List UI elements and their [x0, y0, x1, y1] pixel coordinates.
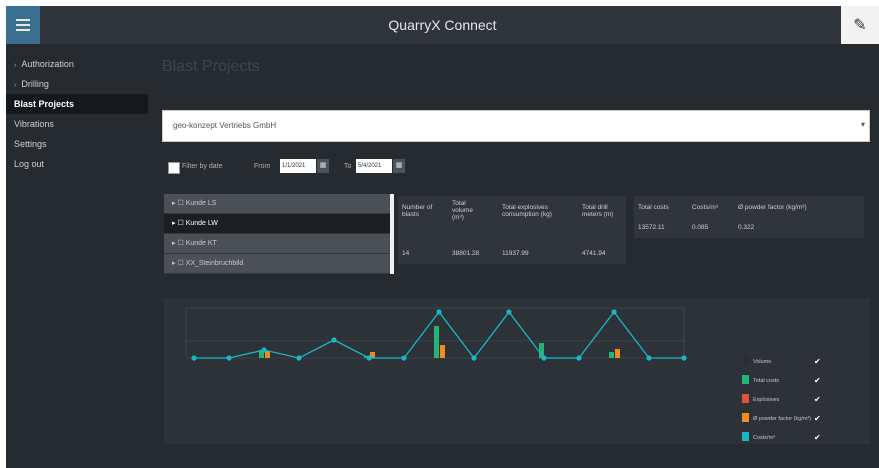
sidebar-item-label: Vibrations — [14, 119, 54, 129]
project-item[interactable]: ▸ ☐ XX_Steinbruchbild — [164, 254, 390, 274]
company-select[interactable]: geo-konzept Vertriebs GmbH ▾ — [162, 110, 870, 142]
stat-header: Number of blasts — [402, 204, 433, 218]
sidebar-item-authorization[interactable]: › Authorization — [6, 54, 148, 74]
stat-value: 4741.94 — [582, 250, 606, 257]
project-item[interactable]: ▸ ☐ Kunde LS — [164, 194, 390, 214]
pin-icon: ✎ — [853, 17, 867, 34]
chart-point — [366, 355, 372, 361]
chart-point — [261, 347, 267, 353]
top-bar: QuarryX Connect ✎ — [6, 6, 879, 44]
chart-point — [191, 355, 197, 361]
chart-bar — [434, 326, 439, 358]
chevron-right-icon: › — [14, 62, 17, 69]
sidebar: › Authorization › Drilling Blast Projects … — [6, 54, 148, 174]
chart-bar — [609, 352, 614, 358]
chart-point — [611, 309, 617, 315]
chart-point — [331, 337, 337, 343]
chart-point — [401, 355, 407, 361]
pin-button[interactable]: ✎ — [841, 6, 879, 44]
expand-icon: ▸ ☐ — [172, 200, 186, 207]
stat-header: Total volume (m³) — [452, 200, 473, 221]
chart-point — [296, 355, 302, 361]
page-title: Blast Projects — [162, 58, 260, 75]
legend-swatch — [742, 375, 749, 384]
chevron-down-icon: ▾ — [860, 120, 865, 129]
stat-header: Total costs — [638, 204, 669, 211]
chart-point — [646, 355, 652, 361]
project-list: ▸ ☐ Kunde LS ▸ ☐ Kunde LW ▸ ☐ Kunde KT ▸… — [164, 194, 394, 274]
filter-by-date-checkbox[interactable] — [168, 162, 180, 174]
chart-bar — [615, 349, 620, 358]
chart-point — [541, 355, 547, 361]
stat-header: Ø powder factor (kg/m³) — [738, 204, 807, 211]
legend-check-icon: ✔ — [814, 376, 821, 385]
sidebar-item-drilling[interactable]: › Drilling — [6, 74, 148, 94]
chart-point — [576, 355, 582, 361]
chart-point — [226, 355, 232, 361]
to-label: To — [344, 163, 352, 170]
chart-point — [436, 309, 442, 315]
stat-value: 13572.11 — [638, 224, 665, 231]
chart-point — [506, 309, 512, 315]
sidebar-item-vibrations[interactable]: Vibrations — [6, 114, 148, 134]
project-label: Kunde KT — [185, 240, 217, 247]
legend-swatch — [742, 356, 749, 365]
legend-check-icon: ✔ — [814, 395, 821, 404]
costs-table: Total costs Costs/m³ Ø powder factor (kg… — [634, 196, 864, 238]
sidebar-item-log-out[interactable]: Log out — [6, 154, 148, 174]
legend-label: Ø powder factor (kg/m³) — [753, 416, 811, 422]
project-label: Kunde LW — [185, 220, 218, 227]
chevron-right-icon: › — [14, 82, 17, 89]
to-calendar-icon[interactable]: ▦ — [393, 159, 405, 173]
legend-check-icon: ✔ — [814, 414, 821, 423]
sidebar-item-settings[interactable]: Settings — [6, 134, 148, 154]
from-label: From — [254, 163, 271, 170]
sidebar-item-label: Drilling — [21, 79, 49, 89]
sidebar-item-label: Authorization — [21, 59, 74, 69]
project-item[interactable]: ▸ ☐ Kunde KT — [164, 234, 390, 254]
stat-value: 38801.28 — [452, 250, 480, 257]
chart-bar — [440, 345, 445, 358]
sidebar-item-label: Log out — [14, 159, 45, 169]
sidebar-item-label: Settings — [14, 139, 47, 149]
from-date-input[interactable]: 1/1/2021 — [280, 159, 316, 173]
project-item[interactable]: ▸ ☐ Kunde LW — [164, 214, 390, 234]
stat-header: Total explosives consumption (kg) — [502, 204, 552, 218]
chart-point — [681, 355, 687, 361]
stat-value: 0.085 — [692, 224, 709, 231]
legend-swatch — [742, 413, 749, 422]
expand-icon: ▸ ☐ — [172, 260, 186, 267]
legend-label: Volume — [753, 359, 771, 365]
app-title: QuarryX Connect — [388, 17, 497, 33]
to-date-input[interactable]: 5/4/2021 — [356, 159, 392, 173]
legend-label: Total costs — [753, 378, 779, 384]
expand-icon: ▸ ☐ — [172, 220, 186, 227]
legend-check-icon: ✔ — [814, 433, 821, 442]
stats-table: Number of blasts Total volume (m³) Total… — [398, 196, 626, 264]
company-select-value: geo-konzept Vertriebs GmbH — [173, 121, 277, 130]
filter-by-date-label: Filter by date — [182, 163, 223, 170]
stat-value: 14 — [402, 250, 410, 257]
stat-value: 0.322 — [738, 224, 755, 231]
project-label: XX_Steinbruchbild — [185, 260, 244, 267]
legend-label: Explosives — [753, 397, 780, 403]
stat-header: Total drill meters (m) — [582, 204, 614, 218]
from-calendar-icon[interactable]: ▦ — [317, 159, 329, 173]
chart-svg: Volume ✔Total costs ✔Explosives ✔Ø powder f… — [185, 307, 821, 442]
sidebar-item-label: Blast Projects — [14, 99, 75, 109]
app-window: QuarryX Connect ✎ › Authorization › Drilli… — [6, 6, 879, 468]
blast-chart: Volume ✔ Total costs ✔ Explosives ✔ Ø powder f… — [164, 298, 870, 444]
chart-point — [471, 355, 477, 361]
chart-bar — [265, 351, 270, 358]
legend-check-icon: ✔ — [814, 357, 821, 366]
stat-value: 11937.99 — [502, 250, 529, 257]
legend-swatch — [742, 432, 749, 441]
legend-swatch — [742, 394, 749, 403]
stat-header: Costs/m³ — [692, 204, 718, 211]
legend-label: Costs/m³ — [753, 435, 775, 441]
expand-icon: ▸ ☐ — [172, 240, 186, 247]
project-label: Kunde LS — [185, 200, 217, 207]
sidebar-item-blast-projects[interactable]: Blast Projects — [6, 94, 148, 114]
